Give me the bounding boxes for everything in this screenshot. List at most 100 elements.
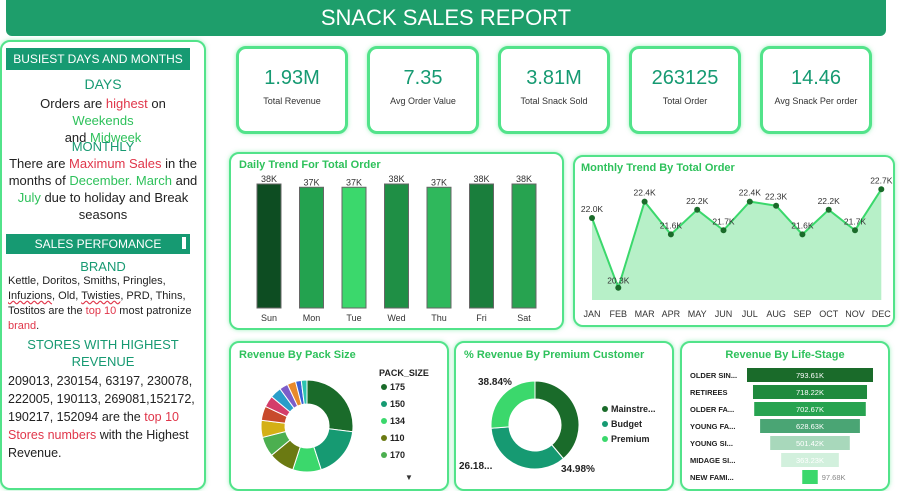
life-stage-category: MIDAGE SI... [690, 456, 735, 465]
insights-panel: BUSIEST DAYS AND MONTHS DAYS Orders are … [0, 40, 206, 490]
pack-legend-marker [381, 452, 387, 458]
monthly-point-label: 22.7K [870, 175, 893, 185]
kpi-value: 14.46 [790, 67, 842, 89]
m-max: Maximum Sales [69, 156, 162, 171]
premium-slice [490, 380, 536, 429]
monthly-point [667, 231, 674, 238]
life-stage-chart: OLDER SIN... 793.61K RETIREES 718.22K OLDER … [690, 368, 873, 484]
brand-heading: BRAND [80, 259, 126, 274]
brand-tostitos: Tostitos [8, 305, 46, 317]
kpi-label: Avg Order Value [390, 96, 456, 106]
kpi-value: 1.93M [264, 67, 320, 89]
sales-perf-label: SALES PERFOMANCE [34, 237, 162, 251]
daily-bar [256, 183, 282, 309]
life-stage-category: RETIREES [690, 388, 728, 397]
kpi-label: Avg Snack Per order [774, 96, 858, 106]
life-stage-bar [802, 470, 818, 484]
daily-trend-card: Daily Trend For Total Order 38K Sun 37K Mon… [229, 152, 564, 330]
m-p1: There are [9, 156, 70, 171]
brand-infuzions: Infuzions [8, 290, 53, 302]
monthly-point [799, 231, 806, 238]
brand-text-b: , Old, [52, 290, 82, 302]
daily-bar [384, 183, 409, 309]
daily-bar-label: 37K [431, 177, 447, 187]
life-stage-value: 501.42K [796, 439, 824, 448]
daily-x-tick: Tue [346, 313, 361, 323]
kpi-label: Total Revenue [263, 96, 321, 106]
daily-x-tick: Fri [476, 313, 487, 323]
kpi-total-revenue: 1.93M Total Revenue [236, 46, 348, 134]
stores-text: 209013, 230154, 63197, 230078, 222005, 1… [8, 372, 198, 462]
pack-legend-label: 170 [390, 450, 405, 460]
monthly-point [746, 198, 753, 205]
brand-dot: . [36, 320, 40, 332]
daily-x-tick: Thu [431, 313, 447, 323]
monthly-x-tick: JUL [742, 309, 758, 319]
pack-legend-label: 150 [390, 399, 405, 409]
daily-x-tick: Sun [261, 313, 277, 323]
life-stage-value: 702.67K [796, 405, 824, 414]
life-stage-value: 363.23K [796, 456, 824, 465]
daily-bar-label: 37K [303, 177, 319, 187]
kpi-label: Total Order [662, 96, 708, 106]
pack-legend-marker [381, 418, 387, 424]
premium-label: 38.84% [478, 377, 512, 388]
report-title: SNACK SALES REPORT [6, 0, 886, 36]
brand-text-a: Kettle, Doritos, Smiths, Pringles, [8, 275, 166, 287]
premium-legend-marker [602, 421, 608, 427]
monthly-trend-chart: 22.0K JAN 20.3K FEB 22.4K MAR 21.6K APR 22.2K MAY… [581, 175, 893, 319]
daily-bar-label: 38K [473, 174, 489, 184]
monthly-x-tick: JAN [583, 309, 600, 319]
kpi-total-order: 263125 Total Order [629, 46, 741, 134]
monthly-point-label: 22.4K [633, 188, 656, 198]
monthly-x-tick: JUN [715, 309, 733, 319]
kpi-value: 263125 [651, 67, 719, 89]
stores-heading: STORES WITH HIGHEST REVENUE [27, 337, 179, 369]
kpi-label: Total Snack Sold [520, 96, 588, 106]
days-heading: DAYS [84, 76, 122, 92]
monthly-text: There are Maximum Sales in the months of… [8, 155, 198, 223]
premium-legend-label: Premium [611, 434, 650, 444]
monthly-x-tick: SEP [793, 309, 811, 319]
days-p2: on [147, 96, 166, 111]
brand-text-e: most patronize [116, 305, 192, 317]
monthly-point-label: 22.0K [581, 204, 604, 214]
monthly-x-tick: OCT [819, 309, 839, 319]
daily-bar [341, 186, 367, 309]
pack-legend-label: 110 [390, 433, 405, 443]
monthly-point [773, 202, 780, 209]
monthly-point [641, 198, 648, 205]
pack-slice [306, 379, 354, 433]
life-stage-value: 793.61K [796, 371, 824, 380]
busiest-header: BUSIEST DAYS AND MONTHS [6, 48, 190, 70]
premium-customer-chart: 38.84% 34.98% 26.18... Mainstre... Budget Pre… [459, 377, 656, 475]
monthly-point [825, 206, 832, 213]
life-stage-card: Revenue By Life-Stage OLDER SIN... 793.61… [680, 341, 890, 491]
premium-slice [490, 426, 565, 470]
monthly-x-tick: APR [662, 309, 681, 319]
daily-bar [426, 186, 452, 309]
monthly-x-tick: FEB [610, 309, 628, 319]
daily-bar-label: 38K [261, 174, 277, 184]
kpi-avg-snack-per-order: 14.46 Avg Snack Per order [760, 46, 872, 134]
daily-bar [469, 183, 494, 309]
life-stage-category: OLDER SIN... [690, 371, 737, 380]
monthly-point-label: 22.4K [739, 188, 762, 198]
life-stage-category: NEW FAMI... [690, 473, 734, 482]
legend-scroll-down-icon[interactable]: ▼ [405, 473, 413, 482]
kpi-value: 7.35 [403, 67, 443, 89]
pack-legend-marker [381, 384, 387, 390]
m-and: and [171, 173, 198, 188]
daily-bar-label: 38K [516, 174, 532, 184]
daily-bar-label: 37K [346, 177, 362, 187]
daily-x-tick: Sat [517, 313, 531, 323]
daily-x-tick: Mon [303, 313, 321, 323]
monthly-heading: MONTHLY [71, 139, 135, 154]
scroll-indicator[interactable] [182, 237, 186, 249]
m-dec: December. March [69, 173, 172, 188]
monthly-point-label: 22.3K [765, 192, 788, 202]
monthly-point-label: 21.7K [844, 216, 867, 226]
monthly-trend-card: Monthly Trend By Total Order 22.0K JAN 20.… [573, 155, 895, 327]
life-stage-category: YOUNG SI... [690, 439, 733, 448]
premium-label: 34.98% [561, 464, 595, 475]
